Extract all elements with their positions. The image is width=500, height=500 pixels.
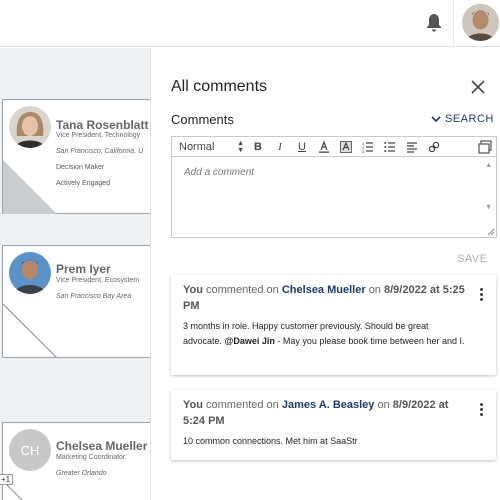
comment-on: on bbox=[377, 399, 390, 411]
italic-icon[interactable]: I bbox=[269, 137, 291, 157]
comment-card: You commented on James A. Beasley on 8/9… bbox=[171, 390, 496, 460]
contact-location: Greater Orlando bbox=[56, 470, 107, 477]
ordered-list-icon[interactable]: 123 bbox=[357, 137, 379, 157]
contact-name[interactable]: Chelsea Mueller bbox=[56, 439, 147, 453]
underline-icon[interactable]: U bbox=[291, 137, 313, 157]
contact-photo bbox=[9, 252, 51, 294]
bullet-list-icon[interactable] bbox=[379, 137, 401, 157]
comment-mention[interactable]: @Dawei Jin bbox=[225, 336, 275, 346]
comment-editor: Normal ▲ ▼ B I U 123 Add a comment ▲ ▼ bbox=[171, 136, 497, 238]
contact-title: Vice President, Technology bbox=[56, 132, 141, 139]
comment-body: 3 months in role. Happy customer previou… bbox=[183, 319, 468, 349]
scroll-down-icon[interactable]: ▼ bbox=[485, 204, 492, 211]
comment-header: You commented on Chelsea Mueller on 8/9/… bbox=[183, 282, 468, 314]
bell-icon[interactable] bbox=[425, 13, 443, 33]
close-icon[interactable] bbox=[471, 80, 485, 94]
contact-card[interactable]: Tana Rosenblatt Vice President, Technolo… bbox=[2, 99, 150, 214]
topbar-divider bbox=[453, 0, 454, 47]
contact-card[interactable]: Prem Iyer Vice President, Ecosystem San … bbox=[2, 245, 150, 358]
contact-location: San Francisco, California, U bbox=[56, 148, 144, 155]
user-avatar[interactable] bbox=[462, 4, 499, 41]
comment-input[interactable]: Add a comment bbox=[172, 157, 496, 237]
search-label: SEARCH bbox=[445, 113, 494, 125]
resize-handle-icon[interactable] bbox=[486, 227, 495, 236]
card-corner-graphic bbox=[3, 160, 57, 214]
comment-author: You bbox=[183, 399, 203, 411]
comment-body: 10 common connections. Met him at SaaStr bbox=[183, 434, 468, 449]
comment-verb: commented on bbox=[206, 284, 279, 296]
scroll-up-icon[interactable]: ▲ bbox=[485, 162, 492, 169]
fullscreen-icon[interactable] bbox=[478, 140, 492, 154]
contact-name[interactable]: Tana Rosenblatt bbox=[56, 118, 148, 132]
highlight-icon[interactable] bbox=[335, 137, 357, 157]
format-select[interactable]: Normal ▲ ▼ bbox=[172, 137, 247, 157]
select-arrows-icon: ▲ ▼ bbox=[237, 139, 244, 154]
contact-initials-avatar: CH bbox=[9, 429, 51, 471]
svg-text:3: 3 bbox=[362, 149, 365, 153]
text-color-icon[interactable] bbox=[313, 137, 335, 157]
contact-title: Marketing Coordinator bbox=[56, 454, 126, 461]
contact-photo bbox=[9, 106, 51, 148]
expand-count-badge[interactable]: +1 bbox=[0, 474, 14, 485]
save-button[interactable]: SAVE bbox=[457, 253, 488, 265]
comments-panel: All comments Comments SEARCH Normal ▲ ▼ B… bbox=[150, 48, 500, 500]
comment-card: You commented on Chelsea Mueller on 8/9/… bbox=[171, 275, 496, 375]
comment-text: 10 common connections. Met him at SaaStr bbox=[183, 436, 358, 446]
comment-more-icon[interactable] bbox=[476, 288, 486, 302]
link-icon[interactable] bbox=[423, 137, 445, 157]
top-bar bbox=[0, 0, 500, 47]
comments-section-label: Comments bbox=[171, 112, 234, 127]
contact-tag: Actively Engaged bbox=[56, 180, 111, 187]
comment-header: You commented on James A. Beasley on 8/9… bbox=[183, 397, 468, 429]
contact-title: Vice President, Ecosystem bbox=[56, 277, 140, 284]
contact-name[interactable]: Prem Iyer bbox=[56, 262, 111, 276]
comment-author: You bbox=[183, 284, 203, 296]
card-corner-graphic bbox=[3, 304, 57, 358]
contact-location: San Francisco Bay Area bbox=[56, 293, 132, 300]
org-chart-canvas[interactable]: Tana Rosenblatt Vice President, Technolo… bbox=[0, 48, 150, 500]
align-icon[interactable] bbox=[401, 137, 423, 157]
contact-card[interactable]: CH Chelsea Mueller Marketing Coordinator… bbox=[2, 422, 150, 500]
comment-verb: commented on bbox=[206, 399, 279, 411]
editor-toolbar: Normal ▲ ▼ B I U 123 bbox=[172, 137, 496, 157]
comment-on: on bbox=[368, 284, 381, 296]
format-select-value: Normal bbox=[179, 140, 215, 153]
comment-text: - May you please book time between her a… bbox=[277, 336, 465, 346]
bold-icon[interactable]: B bbox=[247, 137, 269, 157]
comment-contact-link[interactable]: Chelsea Mueller bbox=[282, 284, 366, 296]
panel-title: All comments bbox=[171, 78, 268, 95]
chevron-down-icon bbox=[431, 115, 441, 122]
search-button[interactable]: SEARCH bbox=[431, 113, 494, 125]
comment-more-icon[interactable] bbox=[476, 403, 486, 417]
comment-contact-link[interactable]: James A. Beasley bbox=[282, 399, 375, 411]
contact-tag: Decision Maker bbox=[56, 164, 105, 171]
